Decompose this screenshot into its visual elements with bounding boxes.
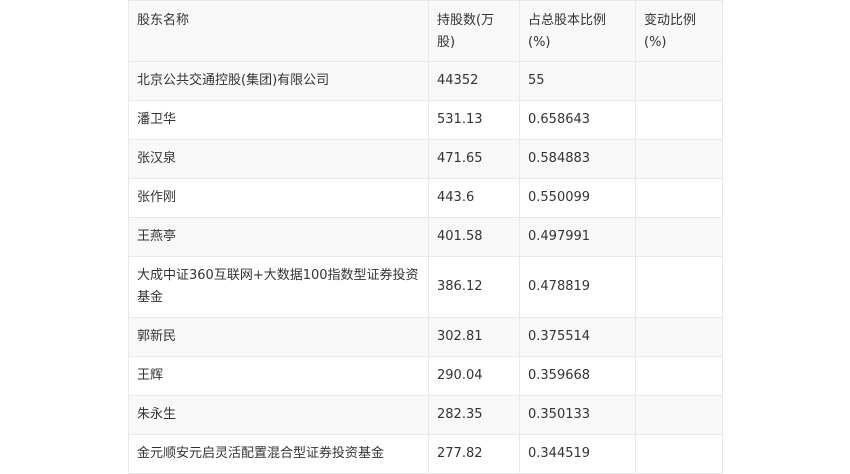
cell-change-ratio [635,434,723,474]
cell-share-ratio: 0.658643 [519,100,636,140]
table-header-row: 股东名称 持股数(万股) 占总股本比例(%) 变动比例(%) [128,0,723,62]
cell-shares-held: 386.12 [428,256,520,318]
cell-change-ratio [635,178,723,218]
table-row: 王燕亭 401.58 0.497991 [128,217,723,257]
cell-shares-held: 443.6 [428,178,520,218]
cell-share-ratio: 0.478819 [519,256,636,318]
table-row: 潘卫华 531.13 0.658643 [128,100,723,140]
cell-shares-held: 44352 [428,61,520,101]
cell-change-ratio [635,100,723,140]
cell-share-ratio: 0.350133 [519,395,636,435]
cell-shareholder-name: 王燕亭 [128,217,429,257]
cell-shares-held: 531.13 [428,100,520,140]
header-share-ratio: 占总股本比例(%) [519,0,636,62]
cell-change-ratio [635,395,723,435]
cell-shareholder-name: 朱永生 [128,395,429,435]
header-change-ratio: 变动比例(%) [635,0,723,62]
cell-shareholder-name: 张作刚 [128,178,429,218]
cell-change-ratio [635,139,723,179]
cell-shares-held: 277.82 [428,434,520,474]
cell-shares-held: 401.58 [428,217,520,257]
cell-shares-held: 282.35 [428,395,520,435]
cell-shareholder-name: 张汉泉 [128,139,429,179]
cell-shares-held: 302.81 [428,317,520,357]
cell-shareholder-name: 北京公共交通控股(集团)有限公司 [128,61,429,101]
cell-share-ratio: 0.584883 [519,139,636,179]
cell-change-ratio [635,61,723,101]
table-row: 王辉 290.04 0.359668 [128,356,723,396]
cell-shareholder-name: 郭新民 [128,317,429,357]
cell-shareholder-name: 王辉 [128,356,429,396]
cell-shares-held: 290.04 [428,356,520,396]
table-row: 郭新民 302.81 0.375514 [128,317,723,357]
header-shares-held: 持股数(万股) [428,0,520,62]
table-row: 大成中证360互联网+大数据100指数型证券投资基金 386.12 0.4788… [128,256,723,318]
shareholder-table-container: 股东名称 持股数(万股) 占总股本比例(%) 变动比例(%) 北京公共交通控股(… [128,0,723,474]
table-row: 张汉泉 471.65 0.584883 [128,139,723,179]
table-row: 朱永生 282.35 0.350133 [128,395,723,435]
cell-share-ratio: 0.344519 [519,434,636,474]
cell-change-ratio [635,256,723,318]
cell-shareholder-name: 潘卫华 [128,100,429,140]
cell-shareholder-name: 大成中证360互联网+大数据100指数型证券投资基金 [128,256,429,318]
header-shareholder-name: 股东名称 [128,0,429,62]
table-row: 金元顺安元启灵活配置混合型证券投资基金 277.82 0.344519 [128,434,723,474]
cell-change-ratio [635,317,723,357]
cell-share-ratio: 0.359668 [519,356,636,396]
shareholder-table: 股东名称 持股数(万股) 占总股本比例(%) 变动比例(%) 北京公共交通控股(… [128,0,723,474]
cell-shares-held: 471.65 [428,139,520,179]
table-row: 北京公共交通控股(集团)有限公司 44352 55 [128,61,723,101]
table-row: 张作刚 443.6 0.550099 [128,178,723,218]
cell-share-ratio: 0.550099 [519,178,636,218]
cell-share-ratio: 0.497991 [519,217,636,257]
cell-share-ratio: 0.375514 [519,317,636,357]
cell-change-ratio [635,217,723,257]
cell-change-ratio [635,356,723,396]
cell-shareholder-name: 金元顺安元启灵活配置混合型证券投资基金 [128,434,429,474]
cell-share-ratio: 55 [519,61,636,101]
